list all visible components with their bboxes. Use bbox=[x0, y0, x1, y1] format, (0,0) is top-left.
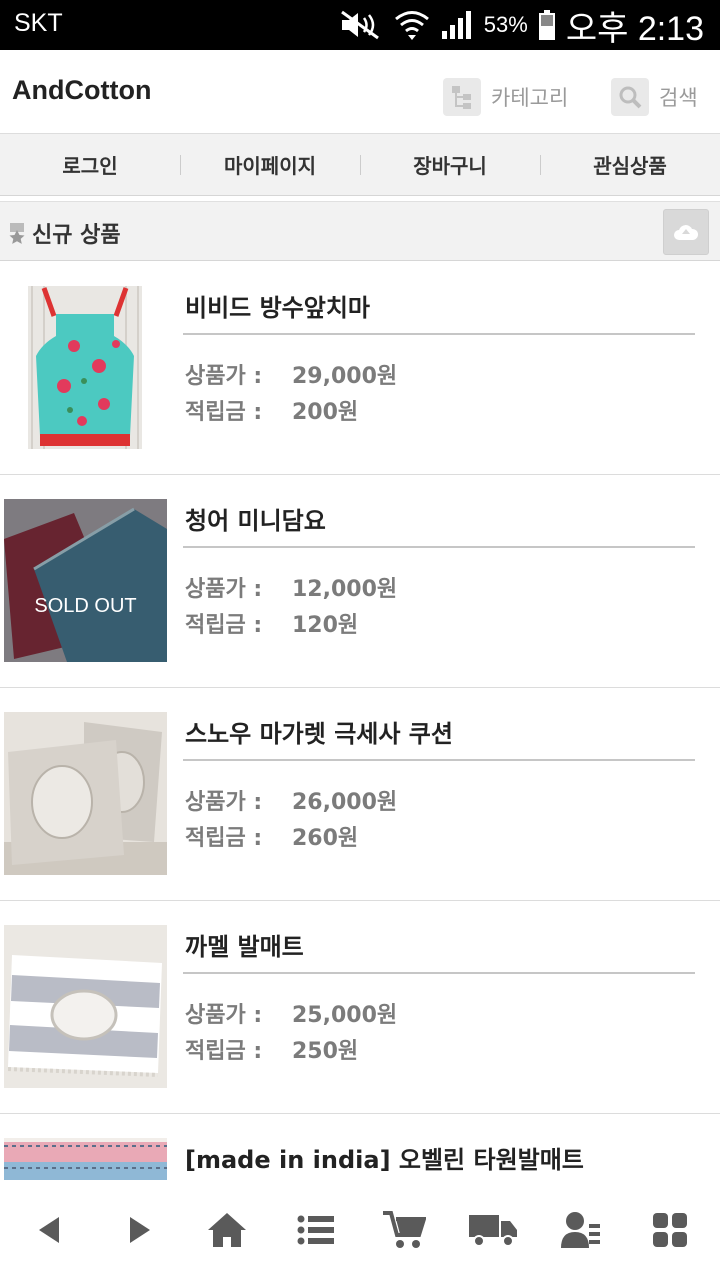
product-price: 26,000원 bbox=[292, 790, 398, 815]
cloud-up-icon bbox=[674, 225, 699, 240]
grid-menu-icon bbox=[652, 1213, 687, 1247]
new-products-section-header: 신규 상품 bbox=[0, 201, 720, 261]
bottom-toolbar bbox=[0, 1180, 720, 1280]
product-image-bathmat[interactable] bbox=[4, 925, 167, 1088]
top-nav: 로그인 마이페이지 장바구니 관심상품 bbox=[0, 134, 720, 196]
clock: 오후 2:13 bbox=[565, 9, 704, 48]
product-price-row: 상품가 : 29,000원 bbox=[185, 358, 397, 390]
product-name[interactable]: 비비드 방수앞치마 bbox=[185, 288, 370, 323]
divider bbox=[183, 759, 695, 761]
product-points-row: 적립금 : 120원 bbox=[185, 607, 358, 639]
back-button[interactable] bbox=[15, 1195, 85, 1265]
product-price-row: 상품가 : 26,000원 bbox=[185, 784, 397, 816]
wifi-icon bbox=[394, 11, 429, 40]
product-points: 250원 bbox=[292, 1039, 359, 1064]
nav-wishlist[interactable]: 관심상품 bbox=[540, 134, 720, 195]
member-button[interactable] bbox=[546, 1195, 616, 1265]
product-points: 120원 bbox=[292, 613, 359, 638]
price-label: 상품가 : bbox=[185, 364, 263, 389]
points-label: 적립금 : bbox=[185, 1039, 263, 1064]
battery-icon bbox=[538, 10, 555, 40]
home-icon bbox=[208, 1213, 247, 1247]
search-button[interactable]: 검색 bbox=[611, 77, 698, 117]
divider bbox=[183, 333, 695, 335]
home-button[interactable] bbox=[192, 1195, 262, 1265]
forward-button[interactable] bbox=[104, 1195, 174, 1265]
price-label: 상품가 : bbox=[185, 790, 263, 815]
product-price: 12,000원 bbox=[292, 577, 398, 602]
divider bbox=[183, 972, 695, 974]
product-price: 29,000원 bbox=[292, 364, 398, 389]
member-icon bbox=[561, 1212, 601, 1248]
product-name[interactable]: [made in india] 오벨린 타원발매트 bbox=[185, 1140, 584, 1175]
product-price-row: 상품가 : 12,000원 bbox=[185, 571, 397, 603]
points-label: 적립금 : bbox=[185, 400, 263, 425]
product-image-blanket[interactable]: SOLD OUT bbox=[4, 499, 167, 662]
status-bar: SKT 53% 오후 2:13 bbox=[0, 0, 720, 50]
product-item[interactable]: [made in india] 오벨린 타원발매트 bbox=[0, 1114, 720, 1180]
product-item[interactable]: 까멜 발매트 상품가 : 25,000원 적립금 : 250원 bbox=[0, 901, 720, 1114]
menu-button[interactable] bbox=[635, 1195, 705, 1265]
product-points-row: 적립금 : 260원 bbox=[185, 820, 358, 852]
category-label: 카테고리 bbox=[491, 86, 569, 110]
product-image-cushion[interactable] bbox=[4, 712, 167, 875]
nav-cart[interactable]: 장바구니 bbox=[360, 134, 540, 195]
list-icon bbox=[297, 1215, 334, 1245]
product-points-row: 적립금 : 250원 bbox=[185, 1033, 358, 1065]
cart-button[interactable] bbox=[369, 1195, 439, 1265]
brand-logo[interactable]: AndCotton bbox=[12, 75, 151, 106]
forward-icon bbox=[129, 1217, 150, 1243]
product-points: 260원 bbox=[292, 826, 359, 851]
product-list: 비비드 방수앞치마 상품가 : 29,000원 적립금 : 200원 SOLD OU… bbox=[0, 262, 720, 1180]
sold-out-overlay: SOLD OUT bbox=[34, 595, 137, 617]
product-points-row: 적립금 : 200원 bbox=[185, 394, 358, 426]
product-name[interactable]: 까멜 발매트 bbox=[185, 927, 304, 962]
nav-mypage[interactable]: 마이페이지 bbox=[180, 134, 360, 195]
product-image-apron[interactable] bbox=[4, 286, 167, 449]
delivery-button[interactable] bbox=[458, 1195, 528, 1265]
ribbon-icon bbox=[9, 223, 25, 244]
scroll-top-button[interactable] bbox=[663, 209, 709, 255]
product-item[interactable]: SOLD OUT 청어 미니담요 상품가 : 12,000원 적립금 : 120원 bbox=[0, 475, 720, 688]
list-button[interactable] bbox=[281, 1195, 351, 1265]
battery-percent: 53% bbox=[483, 12, 528, 37]
search-icon bbox=[611, 78, 649, 116]
price-label: 상품가 : bbox=[185, 577, 263, 602]
category-button[interactable]: 카테고리 bbox=[443, 77, 568, 117]
back-icon bbox=[39, 1217, 60, 1243]
app-header: AndCotton 카테고리 검색 bbox=[0, 50, 720, 134]
product-name[interactable]: 청어 미니담요 bbox=[185, 501, 326, 536]
product-image-oval-mat[interactable] bbox=[4, 1138, 167, 1180]
cart-icon bbox=[383, 1211, 427, 1248]
product-name[interactable]: 스노우 마가렛 극세사 쿠션 bbox=[185, 714, 453, 749]
mute-icon bbox=[340, 10, 379, 40]
category-tree-icon bbox=[443, 78, 481, 116]
product-item[interactable]: 스노우 마가렛 극세사 쿠션 상품가 : 26,000원 적립금 : 260원 bbox=[0, 688, 720, 901]
product-price-row: 상품가 : 25,000원 bbox=[185, 997, 397, 1029]
section-title-text: 신규 상품 bbox=[32, 223, 121, 248]
points-label: 적립금 : bbox=[185, 613, 263, 638]
product-points: 200원 bbox=[292, 400, 359, 425]
divider bbox=[183, 546, 695, 548]
nav-login[interactable]: 로그인 bbox=[0, 134, 180, 195]
carrier-label: SKT bbox=[14, 9, 63, 37]
product-price: 25,000원 bbox=[292, 1003, 398, 1028]
product-item[interactable]: 비비드 방수앞치마 상품가 : 29,000원 적립금 : 200원 bbox=[0, 262, 720, 475]
search-label: 검색 bbox=[659, 86, 698, 110]
signal-icon bbox=[441, 11, 471, 39]
delivery-truck-icon bbox=[468, 1215, 517, 1247]
price-label: 상품가 : bbox=[185, 1003, 263, 1028]
section-title: 신규 상품 bbox=[8, 217, 121, 249]
points-label: 적립금 : bbox=[185, 826, 263, 851]
